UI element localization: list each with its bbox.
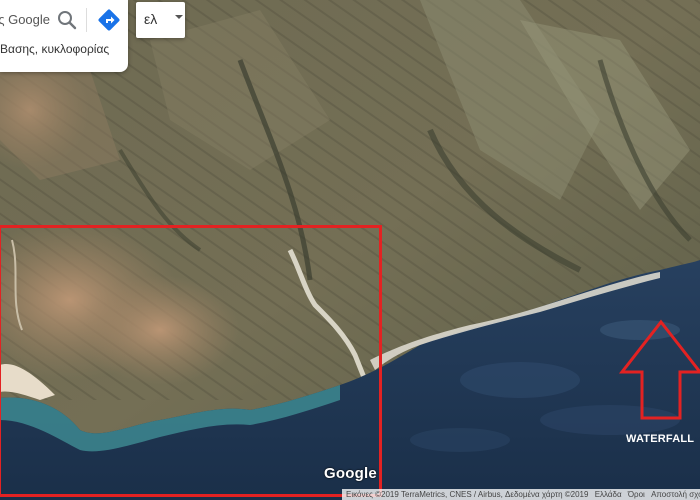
directions-icon[interactable] [96,7,122,33]
waterfall-label: WATERFALL [626,433,695,445]
terms-link[interactable]: Όροι [628,490,645,499]
attribution-region[interactable]: Ελλάδα [595,490,622,499]
satellite-map[interactable] [0,0,700,500]
google-logo: Google [324,465,377,482]
language-label: ελ [144,11,158,27]
satellite-imagery [0,0,700,500]
map-attribution: Εικόνες ©2019 TerraMetrics, CNES / Airbu… [342,489,700,500]
search-icon[interactable] [55,8,79,32]
chevron-down-icon [175,15,183,19]
search-row [0,0,128,38]
send-feedback-link[interactable]: Αποστολή σχολίων [651,490,700,499]
search-divider [86,8,87,32]
search-suggestion[interactable]: Βασης, κυκλοφορίας [0,42,126,60]
language-select[interactable]: ελ [136,2,185,38]
search-box: Βασης, κυκλοφορίας [0,0,128,72]
attribution-imagery: Εικόνες ©2019 TerraMetrics, CNES / Airbu… [346,490,589,499]
up-arrow-annotation [618,319,700,420]
search-input[interactable] [0,8,50,30]
